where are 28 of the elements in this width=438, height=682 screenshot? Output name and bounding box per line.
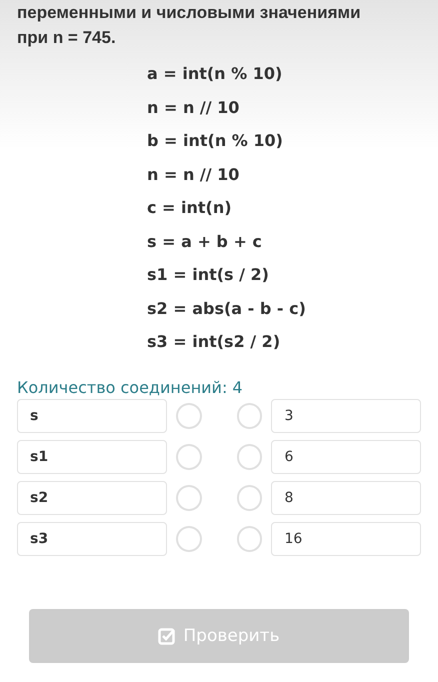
connector-dot[interactable] <box>176 444 202 470</box>
connector-dot[interactable] <box>236 484 262 510</box>
connector-dot[interactable] <box>236 402 262 428</box>
code-line: s = a + b + c <box>147 230 263 252</box>
code-line: a = int(n % 10) <box>147 63 284 85</box>
value-card[interactable]: 16 <box>271 522 421 556</box>
code-line: s2 = abs(a - b - c) <box>147 298 307 320</box>
code-line: s3 = int(s2 / 2) <box>147 331 282 353</box>
value-card[interactable]: 3 <box>271 398 421 432</box>
variable-card[interactable]: s2 <box>17 480 167 514</box>
question-text: переменными и числовыми значениями при n = 745. <box>16 2 362 49</box>
connector-dot[interactable] <box>176 402 202 428</box>
code-line: s1 = int(s / 2) <box>147 264 270 286</box>
variable-card[interactable]: s3 <box>17 522 167 556</box>
code-line: n = n // 10 <box>147 96 240 118</box>
connections-count: Количество соединений: 4 <box>17 378 244 396</box>
code-line: b = int(n % 10) <box>147 130 284 152</box>
variable-card[interactable]: s1 <box>17 440 167 474</box>
value-card[interactable]: 8 <box>271 480 421 514</box>
checkbox-icon <box>158 627 176 645</box>
code-line: n = n // 10 <box>147 164 240 186</box>
value-card[interactable]: 6 <box>271 440 421 474</box>
connector-dot[interactable] <box>176 526 202 552</box>
variable-card[interactable]: s <box>17 398 167 432</box>
code-line: c = int(n) <box>147 197 233 219</box>
connector-dot[interactable] <box>176 484 202 510</box>
connector-dot[interactable] <box>236 444 262 470</box>
connector-dot[interactable] <box>236 526 262 552</box>
